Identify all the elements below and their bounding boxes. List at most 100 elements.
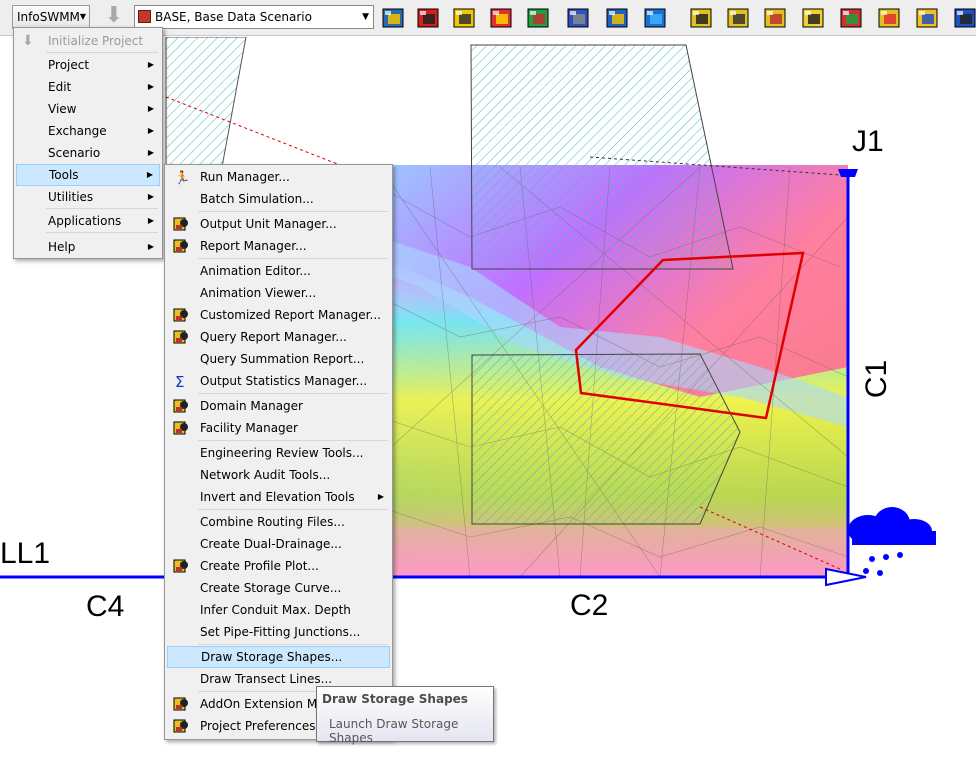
globe-icon[interactable] <box>642 4 670 32</box>
dropdown-caret-icon: ▼ <box>362 12 369 22</box>
tools-item-query-summation-report[interactable]: Query Summation Report... <box>167 348 390 370</box>
tools-item-label: Create Storage Curve... <box>200 581 342 595</box>
scenario-icon[interactable] <box>914 4 942 32</box>
menu-separator <box>46 232 158 233</box>
scenario-value: BASE, Base Data Scenario <box>155 10 312 24</box>
menu-item-tools[interactable]: Tools ▶ <box>16 164 160 186</box>
menu-item-label: Initialize Project <box>48 34 144 48</box>
tooltip: Draw Storage Shapes Launch Draw Storage … <box>316 686 494 745</box>
report-manager-icon <box>173 238 189 254</box>
tools-item-label: Animation Viewer... <box>200 286 317 300</box>
tools-item-animation-viewer[interactable]: Animation Viewer... <box>167 282 390 304</box>
menu-item-label: Project <box>48 58 90 72</box>
tools-item-label: Facility Manager <box>200 421 298 435</box>
tools-item-label: Run Manager... <box>200 170 290 184</box>
graph-icon[interactable] <box>952 4 976 32</box>
menu-item-initialize-project[interactable]: ⬇ Initialize Project <box>16 30 160 52</box>
menu-separator <box>198 440 388 441</box>
menu-item-label: Utilities <box>48 190 94 204</box>
tools-item-label: Combine Routing Files... <box>200 515 345 529</box>
submenu-arrow-icon: ▶ <box>377 492 384 501</box>
menu-item-help[interactable]: Help ▶ <box>16 236 160 258</box>
profile-icon[interactable] <box>565 4 593 32</box>
tools-item-query-report-manager[interactable]: Query Report Manager... <box>167 326 390 348</box>
tools-item-create-dual-drainage[interactable]: Create Dual-Drainage... <box>167 533 390 555</box>
infoswmm-label: InfoSWMM <box>17 10 80 24</box>
tools-item-label: Network Audit Tools... <box>200 468 331 482</box>
tools-item-draw-storage-shapes[interactable]: Draw Storage Shapes... <box>167 646 390 668</box>
submenu-arrow-icon: ▶ <box>147 60 154 69</box>
menu-item-exchange[interactable]: Exchange ▶ <box>16 120 160 142</box>
tools-item-customized-report-manager[interactable]: Customized Report Manager... <box>167 304 390 326</box>
edit-icon[interactable] <box>488 4 516 32</box>
tools-item-label: Set Pipe-Fitting Junctions... <box>200 625 361 639</box>
tools-item-label: AddOn Extension Man <box>200 697 333 711</box>
tools-item-label: Project Preferences... <box>200 719 327 733</box>
tools-item-label: Query Report Manager... <box>200 330 347 344</box>
query-icon[interactable] <box>604 4 632 32</box>
tools-item-animation-editor[interactable]: Animation Editor... <box>167 260 390 282</box>
sigma-icon: Σ <box>173 373 189 391</box>
chart-icon[interactable] <box>525 4 553 32</box>
domain-manager-icon <box>173 398 189 414</box>
infoswmm-dropdown-menu: ⬇ Initialize Project Project ▶ Edit ▶ View ▶ Exc… <box>13 27 163 259</box>
tools-item-batch-simulation[interactable]: Batch Simulation... <box>167 188 390 210</box>
menu-item-label: Help <box>48 240 76 254</box>
tools-item-create-storage-curve[interactable]: Create Storage Curve... <box>167 577 390 599</box>
menu-item-scenario[interactable]: Scenario ▶ <box>16 142 160 164</box>
tools-item-label: Draw Transect Lines... <box>200 672 333 686</box>
tools-item-set-pipe-fitting-junctions[interactable]: Set Pipe-Fitting Junctions... <box>167 621 390 643</box>
node-label-j1: J1 <box>852 125 884 158</box>
tools-item-invert-and-elevation-tools[interactable]: Invert and Elevation Tools ▶ <box>167 486 390 508</box>
svg-text:Σ: Σ <box>175 373 184 389</box>
tools-item-domain-manager[interactable]: Domain Manager <box>167 395 390 417</box>
tools-item-network-audit-tools[interactable]: Network Audit Tools... <box>167 464 390 486</box>
manager-icon[interactable] <box>688 4 716 32</box>
menu-separator <box>198 211 388 212</box>
menu-item-label: Applications <box>48 214 122 228</box>
color-icon[interactable] <box>876 4 904 32</box>
tools-item-label: Create Dual-Drainage... <box>200 537 342 551</box>
subcatchment-lower[interactable] <box>471 353 741 525</box>
tools-item-label: Query Summation Report... <box>200 352 365 366</box>
domain-icon[interactable] <box>725 4 753 32</box>
menu-item-view[interactable]: View ▶ <box>16 98 160 120</box>
statistics-icon[interactable] <box>800 4 828 32</box>
rain-gage-icon[interactable] <box>848 507 936 576</box>
tools-item-engineering-review-tools[interactable]: Engineering Review Tools... <box>167 442 390 464</box>
infoswmm-menu-button[interactable]: InfoSWMM ▼ <box>12 5 90 29</box>
audit-icon[interactable] <box>838 4 866 32</box>
menu-item-project[interactable]: Project ▶ <box>16 54 160 76</box>
tools-item-label: Batch Simulation... <box>200 192 314 206</box>
menu-item-label: Edit <box>48 80 72 94</box>
tools-item-create-profile-plot[interactable]: Create Profile Plot... <box>167 555 390 577</box>
menu-item-applications[interactable]: Applications ▶ <box>16 210 160 232</box>
subcatchment-top[interactable] <box>470 44 734 270</box>
tools-item-output-statistics-manager[interactable]: Σ Output Statistics Manager... <box>167 370 390 392</box>
tools-item-infer-conduit-max-depth[interactable]: Infer Conduit Max. Depth <box>167 599 390 621</box>
menu-separator <box>198 393 388 394</box>
tools-item-report-manager[interactable]: Report Manager... <box>167 235 390 257</box>
tools-item-facility-manager[interactable]: Facility Manager <box>167 417 390 439</box>
report-icon[interactable] <box>451 4 479 32</box>
tools-icon[interactable] <box>415 4 443 32</box>
zoom-icon[interactable] <box>380 4 408 32</box>
submenu-arrow-icon: ▶ <box>147 216 154 225</box>
menu-item-utilities[interactable]: Utilities ▶ <box>16 186 160 208</box>
tooltip-title: Draw Storage Shapes <box>322 692 468 706</box>
submenu-arrow-icon: ▶ <box>147 82 154 91</box>
menu-item-label: View <box>48 102 77 116</box>
menu-item-edit[interactable]: Edit ▶ <box>16 76 160 98</box>
facility-icon[interactable] <box>762 4 790 32</box>
tools-item-label: Domain Manager <box>200 399 303 413</box>
menu-item-label: Scenario <box>48 146 101 160</box>
tools-item-label: Engineering Review Tools... <box>200 446 364 460</box>
tooltip-description: Launch Draw Storage Shapes <box>329 717 459 745</box>
down-arrow-icon[interactable]: ⬇ <box>100 5 128 29</box>
tools-item-combine-routing-files[interactable]: Combine Routing Files... <box>167 511 390 533</box>
tools-item-run-manager[interactable]: 🏃 Run Manager... <box>167 166 390 188</box>
scenario-dropdown[interactable]: BASE, Base Data Scenario ▼ <box>134 5 374 29</box>
menu-separator <box>198 509 388 510</box>
junction-j1-icon[interactable] <box>838 169 858 177</box>
tools-item-output-unit-manager[interactable]: Output Unit Manager... <box>167 213 390 235</box>
